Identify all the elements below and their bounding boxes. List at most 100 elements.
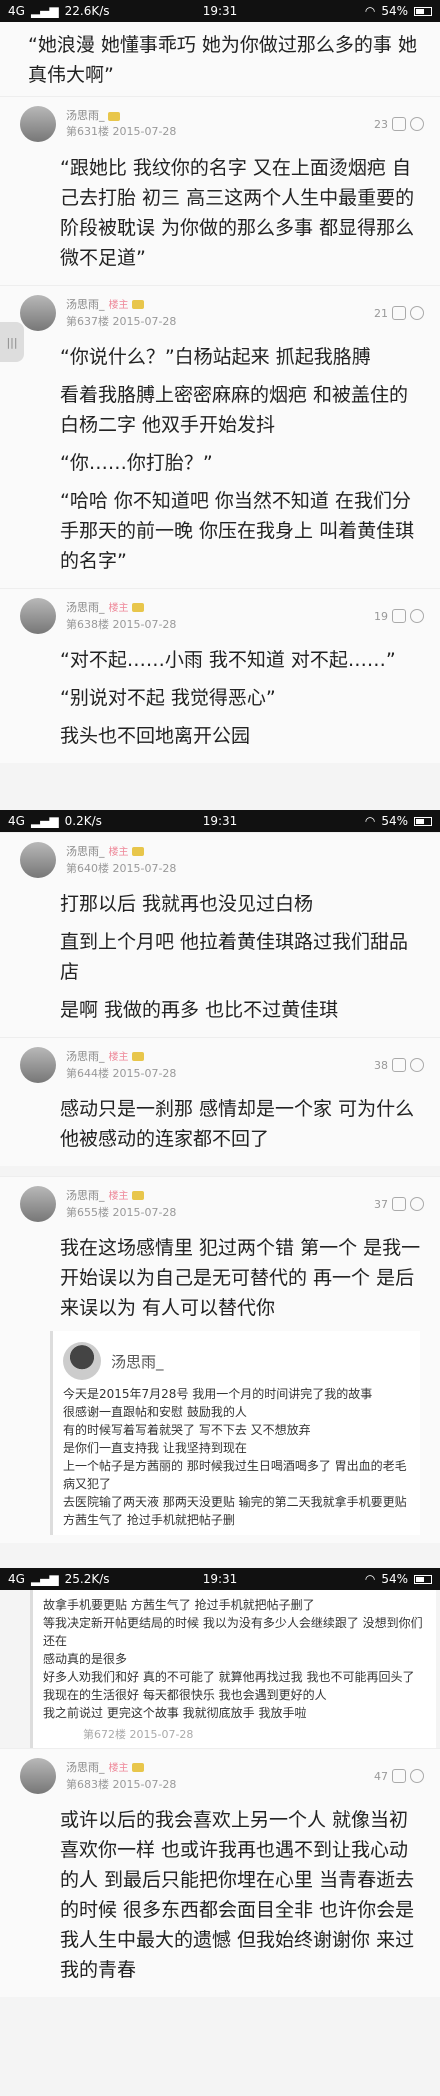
avatar[interactable] (20, 842, 56, 878)
battery-icon (414, 1574, 432, 1584)
post-text: “对不起……小雨 我不知道 对不起……” (60, 649, 396, 671)
author-name[interactable]: 汤思雨_ (66, 1761, 105, 1774)
like-icon[interactable] (392, 306, 406, 320)
post-text: “你说什么？”白杨站起来 抓起我胳膊 (60, 346, 371, 368)
floor-number: 第644楼 (66, 1066, 109, 1080)
like-count: 21 (374, 306, 388, 320)
floor-number: 第638楼 (66, 617, 109, 631)
level-icon (107, 111, 120, 121)
wifi-icon: ◠ (364, 814, 376, 828)
level-icon (131, 1052, 144, 1061)
battery-percent: 54% (381, 1572, 408, 1586)
post: 汤思雨_ 楼主 第644楼 2015-07-28 38 感动只是一刹那 感情却是一… (0, 1037, 440, 1166)
like-icon[interactable] (392, 117, 406, 131)
reply-icon[interactable] (410, 609, 424, 623)
op-badge: 楼主 (108, 602, 129, 614)
post-date: 2015-07-28 (112, 861, 177, 875)
network-label: 4G (8, 1572, 25, 1586)
reply-icon[interactable] (410, 306, 424, 320)
clock: 19:31 (202, 4, 238, 18)
op-badge: 楼主 (108, 1762, 129, 1774)
net-speed: 25.2K/s (64, 1572, 110, 1586)
embedded-reply: 故拿手机要更贴 方茜生气了 抢过手机就把帖子删了 等我决定新开帖更结局的时候 我… (30, 1590, 436, 1748)
post-text: “你……你打胎？” (60, 452, 213, 474)
reply-line: 有的时候写着写着就哭了 写不下去 又不想放弃 (63, 1423, 311, 1437)
signal-icon: ▂▄▆ (30, 4, 59, 18)
level-icon (131, 603, 144, 612)
screen-1: “她浪漫 她懂事乖巧 她为你做过那么多的事 她真伟大啊” 汤思雨_ 第631楼 … (0, 22, 440, 810)
battery-icon (414, 816, 432, 826)
floor-number: 第631楼 (66, 125, 109, 138)
post: 汤思雨_ 楼主 第640楼 2015-07-28 打那以后 我就再也没见过白杨 直… (0, 832, 440, 1037)
avatar[interactable] (63, 1342, 101, 1380)
embedded-reply: 汤思雨_ 今天是2015年7月28号 我用一个月的时间讲完了我的故事 很感谢一直… (50, 1331, 420, 1535)
side-handle[interactable]: ||| (0, 322, 24, 362)
floor-number: 第655楼 (66, 1205, 109, 1219)
like-count: 23 (374, 117, 388, 131)
battery-icon (414, 6, 432, 16)
floor-number: 第683楼 (66, 1777, 109, 1791)
battery-percent: 54% (381, 4, 408, 18)
post-text: 感动只是一刹那 感情却是一个家 可为什么 他被感动的连家都不回了 (60, 1098, 415, 1150)
like-icon[interactable] (392, 1769, 406, 1783)
like-count: 38 (374, 1058, 388, 1072)
reply-line: 很感谢一直跟帖和安慰 鼓励我的人 (63, 1405, 247, 1419)
avatar[interactable] (20, 1186, 56, 1222)
battery-percent: 54% (381, 814, 408, 828)
author-name[interactable]: 汤思雨_ (111, 1351, 164, 1372)
status-bar: 4G ▂▄▆ 0.2K/s 19:31 ◠ 54% (0, 810, 440, 832)
like-icon[interactable] (392, 609, 406, 623)
like-count: 37 (374, 1197, 388, 1211)
status-bar: 4G ▂▄▆ 25.2K/s 19:31 ◠ 54% (0, 1568, 440, 1590)
screen-2: 汤思雨_ 楼主 第640楼 2015-07-28 打那以后 我就再也没见过白杨 直… (0, 832, 440, 1568)
post-date: 2015-07-28 (112, 617, 177, 631)
avatar[interactable] (20, 1047, 56, 1083)
reply-icon[interactable] (410, 1769, 424, 1783)
post-date: 2015-07-28 (129, 1728, 194, 1741)
avatar[interactable] (20, 106, 56, 142)
avatar[interactable] (20, 295, 56, 331)
reply-line: 故拿手机要更贴 方茜生气了 抢过手机就把帖子删了 (43, 1598, 315, 1612)
net-speed: 22.6K/s (64, 4, 110, 18)
like-count: 19 (374, 609, 388, 623)
avatar[interactable] (20, 598, 56, 634)
op-badge: 楼主 (108, 846, 129, 858)
post-text: 看着我胳膊上密密麻麻的烟疤 和被盖住的白杨二字 他双手开始发抖 (60, 384, 409, 436)
network-label: 4G (8, 4, 25, 18)
level-icon (131, 300, 144, 309)
quote-text: “她浪漫 她懂事乖巧 她为你做过那么多的事 她真伟大啊” (0, 22, 440, 96)
author-name[interactable]: 汤思雨_ (66, 1050, 105, 1063)
reply-line: 我现在的生活很好 每天都很快乐 我也会遇到更好的人 (43, 1688, 327, 1702)
post: 汤思雨_ 楼主 第638楼 2015-07-28 19 “对不起……小雨 我不知道… (0, 588, 440, 763)
level-icon (131, 1191, 144, 1200)
post-text: “跟她比 我纹你的名字 又在上面烫烟疤 自己去打胎 初三 高三这两个人生中最重要… (60, 157, 415, 269)
author-name[interactable]: 汤思雨_ (66, 601, 105, 614)
floor-number: 第637楼 (66, 314, 109, 328)
network-label: 4G (8, 814, 25, 828)
reply-line: 是你们一直支持我 让我坚持到现在 (63, 1441, 247, 1455)
clock: 19:31 (202, 1572, 238, 1586)
op-badge: 楼主 (108, 1051, 129, 1063)
avatar[interactable] (20, 1758, 56, 1794)
post-text: “别说对不起 我觉得恶心” (60, 687, 276, 709)
reply-icon[interactable] (410, 1058, 424, 1072)
author-name[interactable]: 汤思雨_ (66, 298, 105, 311)
op-badge: 楼主 (108, 299, 129, 311)
status-bar: 4G ▂▄▆ 22.6K/s 19:31 ◠ 54% (0, 0, 440, 22)
like-icon[interactable] (392, 1197, 406, 1211)
reply-icon[interactable] (410, 1197, 424, 1211)
level-icon (131, 847, 144, 856)
author-name[interactable]: 汤思雨_ (66, 1189, 105, 1202)
author-name[interactable]: 汤思雨_ (66, 109, 105, 122)
post-text: 我头也不回地离开公园 (60, 725, 251, 747)
like-icon[interactable] (392, 1058, 406, 1072)
op-badge: 楼主 (108, 1190, 129, 1202)
reply-line: 感动真的是很多 (43, 1652, 128, 1666)
post-text: 或许以后的我会喜欢上另一个人 就像当初喜欢你一样 也或许我再也遇不到让我心动的人… (60, 1809, 415, 1981)
wifi-icon: ◠ (364, 1572, 376, 1586)
reply-line: 去医院输了两天液 那两天没更贴 输完的第二天我就拿手机要更贴 方茜生气了 抢过手… (63, 1495, 407, 1527)
screen-3: 故拿手机要更贴 方茜生气了 抢过手机就把帖子删了 等我决定新开帖更结局的时候 我… (0, 1590, 440, 2096)
author-name[interactable]: 汤思雨_ (66, 845, 105, 858)
reply-line: 等我决定新开帖更结局的时候 我以为没有多少人会继续跟了 没想到你们还在 (43, 1616, 423, 1648)
reply-icon[interactable] (410, 117, 424, 131)
